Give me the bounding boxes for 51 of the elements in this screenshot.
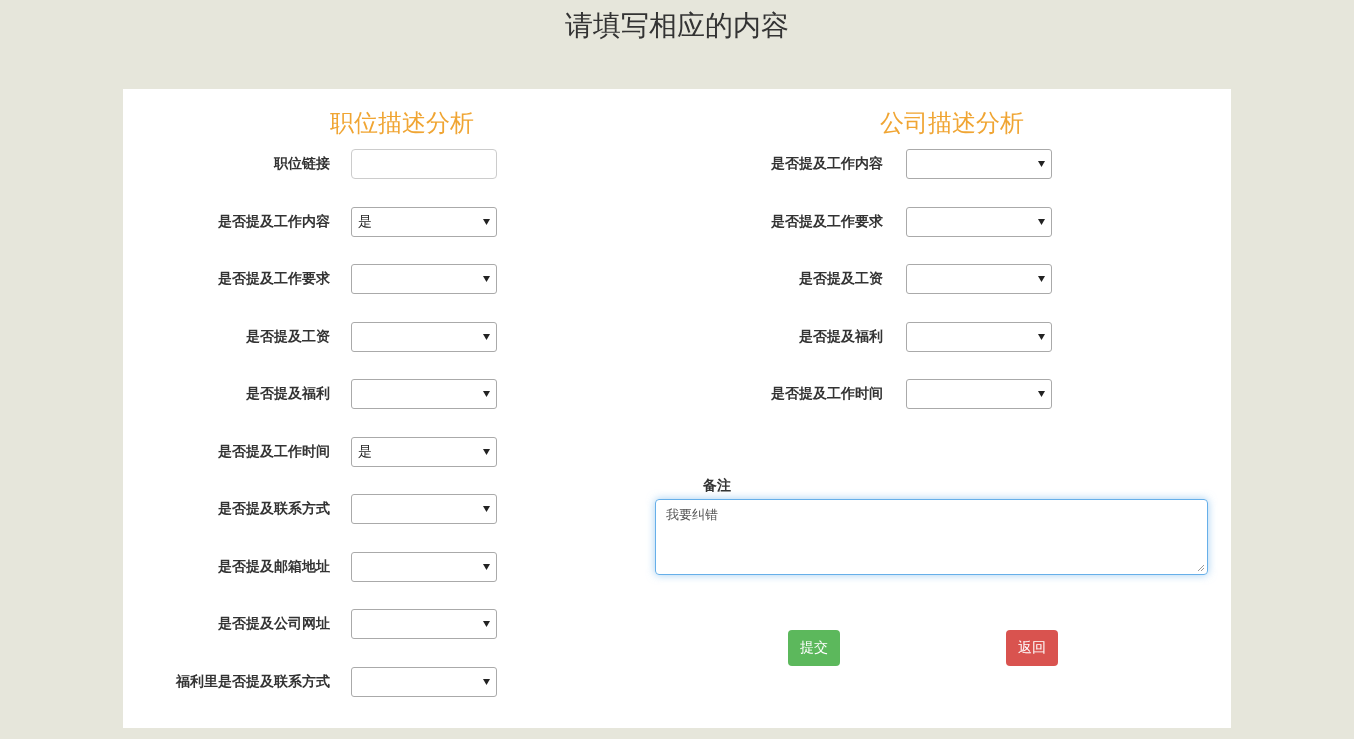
caret-icon: [483, 333, 490, 340]
caret-icon: [483, 506, 490, 512]
caret-icon: [483, 678, 490, 685]
caret-icon: [483, 621, 490, 627]
select-field[interactable]: [906, 264, 1052, 294]
field-label: 是否提及工作要求: [770, 212, 883, 231]
field-label: 是否提及工作内容: [770, 155, 883, 173]
remarks-label: 备注: [703, 476, 732, 495]
caret-icon: [483, 391, 490, 397]
caret-icon: [1038, 391, 1045, 397]
field-label: 是否提及工作时间: [770, 385, 883, 403]
field-label: 职位链接: [272, 155, 330, 173]
caret-icon: [1038, 333, 1045, 340]
select-field[interactable]: [351, 551, 497, 582]
section-heading: 职位描述分析: [329, 108, 475, 139]
field-label: 是否提及福利: [798, 327, 883, 346]
caret-icon: [483, 563, 490, 570]
field-label: 是否提及公司网址: [217, 615, 330, 633]
select-field[interactable]: 是: [351, 206, 497, 237]
caret-icon: [483, 218, 490, 225]
select-field[interactable]: [351, 666, 497, 697]
caret-icon: [483, 448, 490, 455]
section-heading: 公司描述分析: [879, 108, 1025, 139]
field-label: 是否提及工资: [798, 270, 883, 288]
select-field[interactable]: [906, 321, 1052, 352]
field-label: 是否提及邮箱地址: [217, 557, 330, 576]
field-label: 是否提及福利: [245, 385, 330, 403]
remarks-textarea[interactable]: 我要纠错: [655, 498, 1208, 575]
caret-icon: [1038, 276, 1045, 282]
select-field[interactable]: 是: [351, 436, 497, 467]
select-field[interactable]: [351, 321, 497, 352]
select-field[interactable]: [351, 609, 497, 639]
select-field[interactable]: [351, 264, 497, 294]
back-button[interactable]: 返回: [1006, 629, 1058, 666]
caret-icon: [1038, 218, 1045, 225]
field-label: 是否提及工作内容: [217, 212, 330, 231]
field-label: 是否提及联系方式: [217, 500, 330, 518]
select-field[interactable]: [351, 494, 497, 524]
select-field[interactable]: [906, 149, 1052, 179]
field-label: 是否提及工作要求: [217, 270, 330, 288]
select-field[interactable]: [351, 379, 497, 409]
caret-icon: [483, 276, 490, 282]
caret-icon: [1038, 161, 1045, 167]
select-field[interactable]: [906, 206, 1052, 237]
field-label: 福利里是否提及联系方式: [174, 672, 330, 691]
field-label: 是否提及工资: [245, 327, 330, 346]
field-label: 是否提及工作时间: [217, 442, 330, 461]
select-field[interactable]: [906, 379, 1052, 409]
text-input[interactable]: [351, 149, 497, 179]
page-title: 请填写相应的内容: [565, 8, 789, 44]
resize-grip-icon: [1197, 563, 1205, 572]
